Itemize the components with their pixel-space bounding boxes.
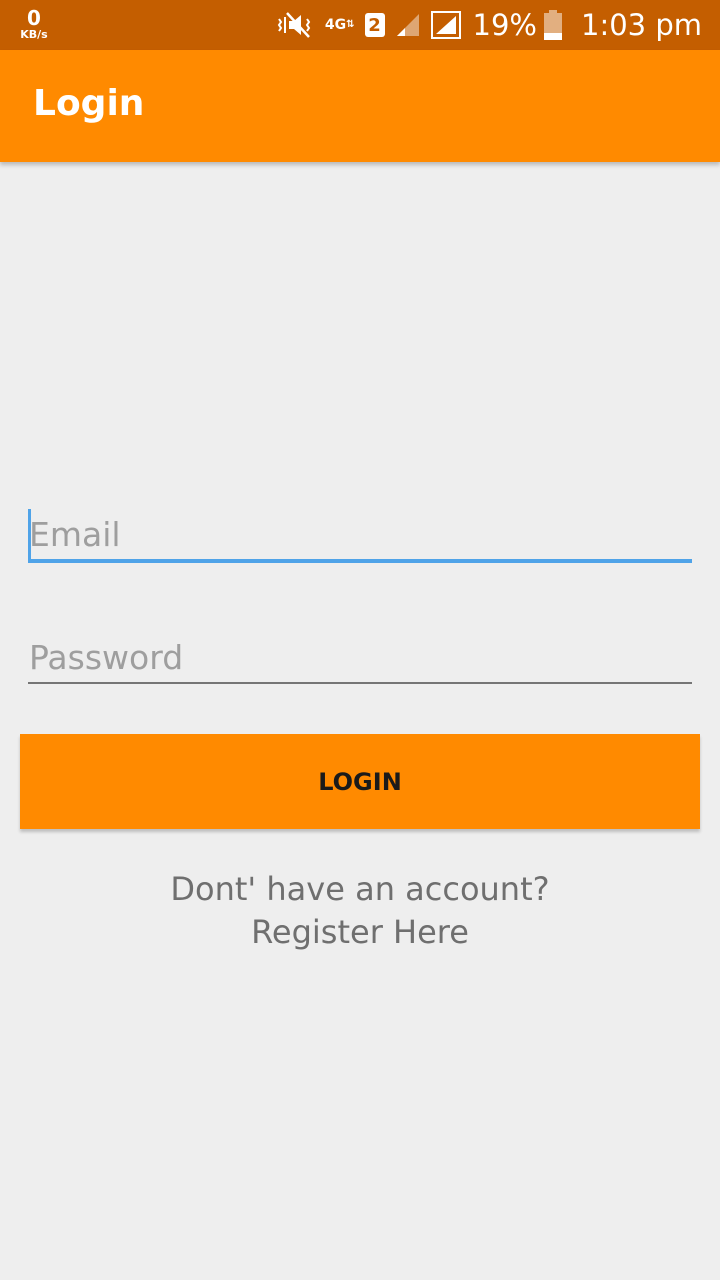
- page-title: Login: [33, 83, 145, 124]
- email-field-container: [28, 509, 692, 563]
- password-field-container: [28, 632, 692, 684]
- network-speed: 0 KB/s: [14, 8, 54, 40]
- signal-full-icon: [430, 11, 461, 39]
- login-button[interactable]: LOGIN: [20, 734, 700, 829]
- network-type-icon: 4G ⇅: [324, 17, 355, 33]
- register-prompt: Dont' have an account?: [170, 870, 550, 908]
- register-link[interactable]: Dont' have an account? Register Here: [0, 868, 720, 954]
- email-underline: [28, 559, 692, 563]
- network-speed-value: 0: [27, 6, 41, 30]
- sim-slot-icon: 2: [364, 13, 385, 37]
- password-underline: [28, 682, 692, 684]
- register-here-text: Register Here: [251, 913, 469, 951]
- vibrate-mute-icon: [277, 11, 315, 39]
- app-bar: Login: [0, 50, 720, 162]
- email-field[interactable]: [28, 509, 692, 559]
- signal-weak-icon: [395, 12, 421, 38]
- network-type-label: 4G: [324, 17, 347, 33]
- network-speed-unit: KB/s: [20, 28, 48, 41]
- battery-icon: [543, 9, 563, 41]
- clock-time: 1:03 pm: [581, 8, 702, 42]
- password-field[interactable]: [28, 632, 692, 682]
- text-cursor: [28, 509, 31, 559]
- battery-percent: 19%: [472, 8, 537, 42]
- status-bar: 0 KB/s 4G ⇅ 2 19% 1:03 pm: [0, 0, 720, 50]
